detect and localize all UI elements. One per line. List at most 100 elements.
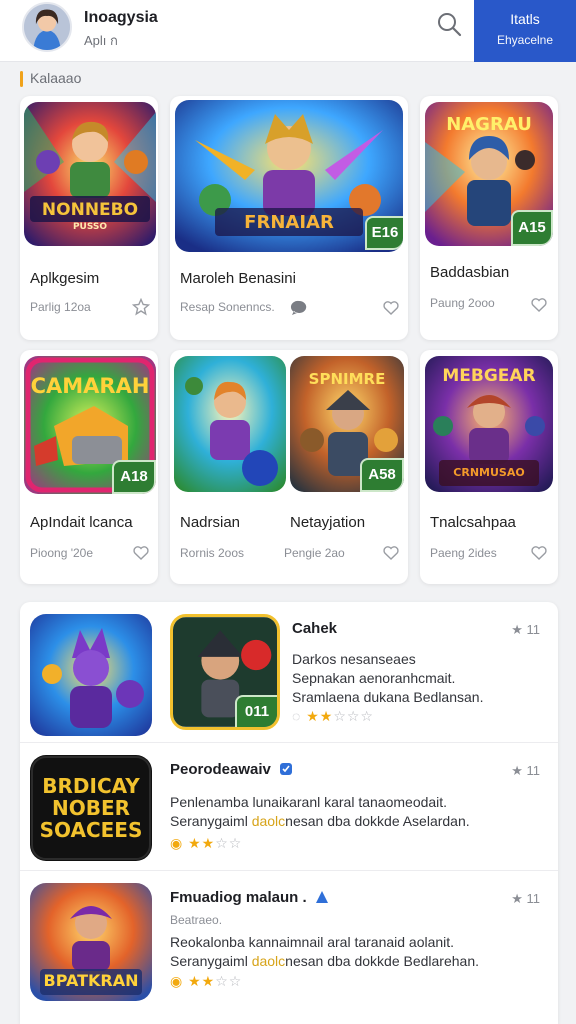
description-line: Darkos nesanseaes (292, 651, 416, 667)
description-line: Reokalonba kannaimnail aral taranaid aol… (170, 934, 455, 950)
heart-icon[interactable] (530, 296, 548, 314)
app-meta: Pioong '20e (30, 546, 94, 560)
list-item[interactable]: BRDICAY NOBER SOACEES Peorodeawaiv ★ 11 … (20, 742, 558, 870)
artwork-title: BPATKRAN (43, 971, 139, 990)
app-artwork: MEBGEAR CRNMUSAO (425, 356, 553, 492)
list-item-title: Peorodeawaiv (170, 761, 293, 778)
app-artwork: NONNEBO PUSSO (24, 102, 156, 246)
app-card[interactable]: FRNAIAR E16 Maroleh Benasini Resap Sonen… (170, 96, 408, 340)
description-line: Penlenamba lunaikaranl karal tanaomeodai… (170, 794, 448, 810)
app-icon (30, 614, 152, 736)
rating-count: ★ 11 (511, 891, 541, 906)
star-rating: ◌ ★★☆☆☆ (292, 708, 374, 724)
list-item-title: Cahek (292, 620, 338, 637)
app-card[interactable]: CAMARAH A18 ApIndait lcanca Pioong '20e (20, 350, 158, 584)
search-icon[interactable] (435, 10, 463, 38)
rating-badge: A18 (112, 460, 156, 494)
app-title: ApIndait lcanca (30, 514, 133, 531)
app-header: Inoagysia Aplı ก Itatls Ehyacelne (0, 0, 576, 62)
rating-count: ★ 11 (511, 763, 541, 778)
description-text: Seranygaiml (170, 953, 252, 969)
description-line: Seranygaiml daolcnesan dba dokkde Aselar… (170, 812, 470, 831)
app-artwork: CAMARAH A18 (24, 356, 156, 494)
app-icon: BRDICAY NOBER SOACEES (30, 755, 152, 861)
list-item-meta: Beatraeo. (170, 913, 223, 927)
app-meta: Paeng 2ides (430, 546, 497, 560)
page-subtitle: Aplı ก (84, 33, 118, 48)
heart-icon[interactable] (530, 544, 548, 562)
description-line: Seranygaiml daolcnesan dba dokkde Bedlar… (170, 952, 479, 971)
app-artwork[interactable]: SPNIMRE A58 (290, 356, 404, 492)
rating-badge: 011 (235, 695, 277, 727)
app-artwork: NAGRAU A15 (425, 102, 553, 246)
app-title: Maroleh Benasini (180, 270, 296, 287)
section-label: Kalaaao (20, 70, 81, 87)
artwork-subtitle: CRNMUSAO (453, 466, 525, 479)
app-artwork[interactable] (174, 356, 286, 492)
list-item-description: Penlenamba lunaikaranl karal tanaomeodai… (170, 793, 470, 831)
avatar-image (24, 4, 70, 50)
rating-badge: A15 (511, 210, 553, 246)
list-item-description: Darkos nesanseaes Sepnakan aenoranhcmait… (292, 650, 483, 707)
app-meta: Pengie 2ao (284, 546, 345, 560)
app-card[interactable]: MEBGEAR CRNMUSAO Tnalcsahpaa Paeng 2ides (420, 350, 558, 584)
app-artwork: FRNAIAR E16 (175, 100, 403, 252)
header-action-sublabel: Ehyacelne (496, 33, 554, 47)
app-meta: Paung 2ooo (430, 296, 495, 310)
heart-icon[interactable] (382, 299, 400, 317)
rating-count-value: 11 (526, 763, 541, 778)
list-item-description: Reokalonba kannaimnail aral taranaid aol… (170, 933, 479, 971)
app-meta: Rornis 2oos (180, 546, 245, 560)
description-line: Sepnakan aenoranhcmait. (292, 670, 456, 686)
artwork-title: MEBGEAR (442, 366, 536, 386)
list-item-title-text: Fmuadiog malaun . (170, 889, 307, 906)
heart-icon[interactable] (382, 544, 400, 562)
artwork-title: CAMARAH (30, 374, 150, 398)
verified-icon (280, 763, 293, 775)
app-title: Baddasbian (430, 264, 510, 281)
description-text: nesan dba dokkde Aselardan. (285, 813, 470, 829)
list-item[interactable]: BPATKRAN Fmuadiog malaun . Beatraeo. ★ 1… (20, 870, 558, 1024)
star-rating: ◉ ★★☆☆ (170, 973, 243, 989)
description-text: Seranygaiml (170, 813, 252, 829)
description-highlight: daolc (251, 813, 286, 829)
artwork-subtitle: PUSSO (72, 222, 108, 232)
rating-badge: E16 (365, 216, 403, 250)
app-title: Aplkgesim (30, 270, 100, 287)
header-action-button[interactable]: Itatls Ehyacelne (474, 0, 576, 62)
page-title: Inoagysia (84, 9, 158, 26)
app-meta: Resap Sonenncs. (180, 300, 275, 314)
list-item-title-text: Peorodeawaiv (170, 761, 271, 778)
avatar[interactable] (22, 2, 72, 52)
app-card[interactable]: NONNEBO PUSSO Aplkgesim Parlig 12oa (20, 96, 158, 340)
rating-count: ★ 11 (511, 622, 541, 637)
verified-icon (315, 891, 328, 903)
app-title: Nadrsian (180, 514, 241, 531)
artwork-title: FRNAIAR (244, 212, 334, 233)
app-meta: Parlig 12oa (30, 300, 91, 314)
artwork-title: SPNIMRE (308, 370, 386, 388)
chat-icon[interactable] (290, 299, 308, 317)
app-card-pair: SPNIMRE A58 Nadrsian Rornis 2oos Netayja… (170, 350, 408, 584)
star-rating: ◉ ★★☆☆ (170, 835, 243, 851)
star-outline-icon[interactable] (132, 298, 150, 316)
app-list: 011 Cahek ★ 11 Darkos nesanseaes Sepnaka… (20, 602, 558, 1024)
description-highlight: daolc (251, 953, 286, 969)
description-line: Sramlaena dukana Bedlansan. (292, 689, 484, 705)
rating-badge: A58 (360, 458, 404, 492)
description-text: nesan dba dokkde Bedlarehan. (285, 953, 479, 969)
rating-count-value: 11 (526, 622, 541, 637)
header-action-label: Itatls (510, 11, 540, 27)
rating-count-value: 11 (526, 891, 541, 906)
app-icon: BPATKRAN (30, 883, 152, 1001)
artwork-title: BRDICAY NOBER SOACEES (39, 774, 143, 842)
app-title: Tnalcsahpaa (430, 514, 516, 531)
list-item-title: Fmuadiog malaun . (170, 889, 329, 906)
artwork-title: NAGRAU (446, 114, 532, 135)
heart-icon[interactable] (132, 544, 150, 562)
artwork-title: NONNEBO (41, 200, 139, 220)
app-title: Netayjation (290, 514, 366, 531)
list-item[interactable]: 011 Cahek ★ 11 Darkos nesanseaes Sepnaka… (20, 602, 558, 742)
app-thumbnail: 011 (170, 614, 280, 730)
app-card[interactable]: NAGRAU A15 Baddasbian Paung 2ooo (420, 96, 558, 340)
